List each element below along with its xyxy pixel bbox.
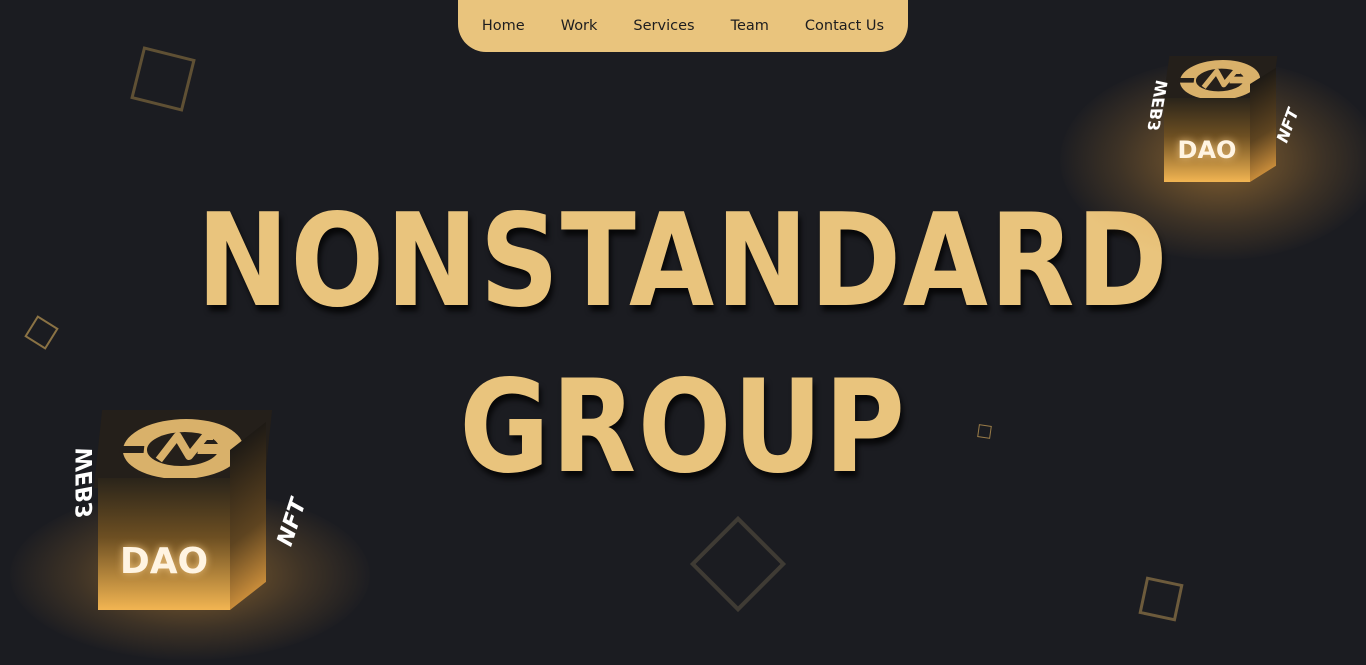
nav-services[interactable]: Services xyxy=(633,18,694,34)
cube-front-face: DAO xyxy=(98,478,230,610)
cube-front-face: DAO xyxy=(1164,98,1250,182)
nav-work[interactable]: Work xyxy=(561,18,598,34)
cube-web3-label: WEB3 xyxy=(73,446,99,519)
top-nav: Home Work Services Team Contact Us xyxy=(458,0,908,52)
decorative-square xyxy=(130,46,196,112)
decorative-square xyxy=(24,315,59,350)
cube-dao-label: DAO xyxy=(119,540,209,582)
cube-side-face xyxy=(1250,67,1276,182)
hero-title-line2: GROUP xyxy=(459,353,907,502)
cube-dao-label: DAO xyxy=(1177,136,1237,164)
decorative-square xyxy=(1138,576,1184,622)
nav-team[interactable]: Team xyxy=(731,18,769,34)
nav-home[interactable]: Home xyxy=(482,18,525,34)
cube-side-face xyxy=(230,421,266,610)
nav-contact-us[interactable]: Contact Us xyxy=(805,18,884,34)
decorative-diamond xyxy=(689,515,787,613)
